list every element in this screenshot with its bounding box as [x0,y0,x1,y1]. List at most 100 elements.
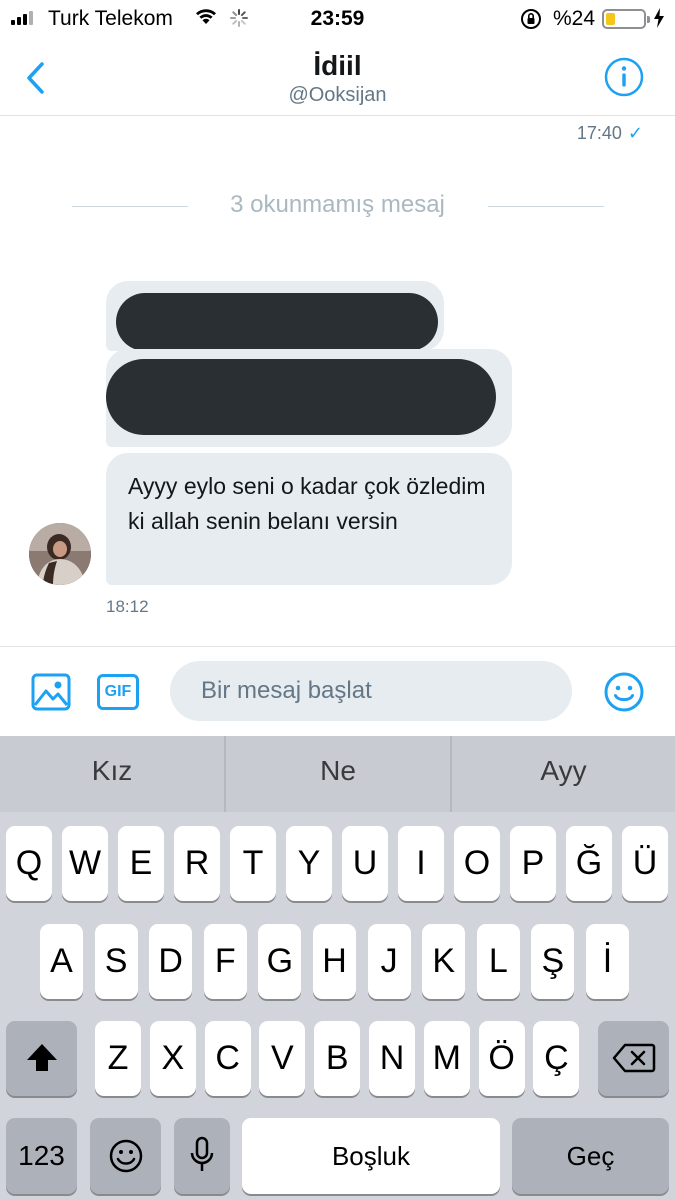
numbers-key[interactable]: 123 [6,1118,77,1194]
unread-divider-label: 3 okunmamış mesaj [230,191,445,218]
key-d[interactable]: D [149,924,193,999]
redacted-message-bubble[interactable] [106,349,512,447]
key-ö[interactable]: Ö [478,1021,525,1096]
key-label: M [432,1039,461,1077]
key-p[interactable]: P [510,826,556,901]
return-key-label: Geç [566,1141,615,1171]
key-v[interactable]: V [259,1021,306,1096]
key-label: Ğ [575,844,603,882]
key-c[interactable]: C [204,1021,251,1096]
key-label: I [416,844,426,882]
battery-level [606,13,615,25]
key-q[interactable]: Q [6,826,52,901]
contact-handle[interactable]: @Ooksijan [0,84,675,107]
battery-percentage: %24 [553,7,596,30]
avatar[interactable] [29,523,91,585]
key-ğ[interactable]: Ğ [566,826,612,901]
space-key[interactable]: Boşluk [242,1118,500,1194]
keyboard: Kız Ne Ayy QWERTYUIOPĞÜASDFGHJKLŞİZXCVBN… [0,736,675,1200]
key-w[interactable]: W [62,826,108,901]
shift-icon [26,1044,57,1071]
key-f[interactable]: F [203,924,247,999]
key-b[interactable]: B [314,1021,361,1096]
suggestion-bar: Kız Ne Ayy [0,736,675,812]
key-label: N [379,1039,405,1077]
microphone-key[interactable] [174,1118,230,1194]
key-label: R [184,844,210,882]
emoji-keyboard-key[interactable] [90,1118,161,1194]
key-n[interactable]: N [369,1021,415,1096]
redacted-message-bubble[interactable] [106,281,444,351]
key-label: Ş [541,942,565,980]
key-label: İ [602,942,613,980]
microphone-icon [190,1136,214,1171]
key-m[interactable]: M [423,1021,470,1096]
key-label: L [488,942,508,980]
key-label: Q [15,844,43,882]
key-label: T [242,844,264,882]
battery-icon [602,9,650,29]
key-label: G [266,942,294,980]
key-label: E [129,844,153,882]
backspace-icon [612,1043,655,1073]
key-o[interactable]: O [454,826,500,901]
key-label: X [161,1039,185,1077]
message-input[interactable] [170,661,572,721]
key-label: B [325,1039,349,1077]
key-g[interactable]: G [258,924,302,999]
key-label: O [463,844,491,882]
key-l[interactable]: L [476,924,520,999]
key-label: Ç [544,1039,569,1077]
key-label: C [215,1039,240,1077]
key-label: A [50,942,73,980]
key-x[interactable]: X [149,1021,196,1096]
key-label: H [322,942,347,980]
key-label: V [271,1039,294,1077]
received-message-bubble[interactable]: Ayyy eylo seni o kadar çok özledim ki al… [106,453,512,585]
unread-divider: 3 okunmamış mesaj [0,191,675,221]
key-z[interactable]: Z [95,1021,141,1096]
key-t[interactable]: T [230,826,276,901]
key-y[interactable]: Y [286,826,332,901]
key-j[interactable]: J [367,924,411,999]
key-ş[interactable]: Ş [531,924,575,999]
redaction-mark [116,293,438,351]
key-label: J [380,942,398,980]
sent-message-meta: 17:40 ✓ [577,123,643,144]
key-label: S [104,942,128,980]
image-icon[interactable] [31,672,71,712]
suggestion-item[interactable]: Ne [226,736,450,812]
key-label: Ö [488,1039,515,1077]
message-composer: GIF [0,646,675,736]
key-i̇[interactable]: İ [586,924,629,999]
key-e[interactable]: E [118,826,164,901]
suggestion-item[interactable]: Ayy [452,736,675,812]
key-h[interactable]: H [313,924,356,999]
checkmark-icon: ✓ [627,123,643,143]
key-label: Z [107,1039,129,1077]
received-time: 18:12 [106,597,149,616]
emoji-icon[interactable] [603,671,645,713]
info-icon[interactable] [602,55,646,99]
key-label: D [158,942,183,980]
key-i[interactable]: I [398,826,444,901]
key-u[interactable]: U [342,826,388,901]
key-a[interactable]: A [40,924,83,999]
key-label: F [214,942,236,980]
key-ç[interactable]: Ç [533,1021,580,1096]
suggestion-item[interactable]: Kız [0,736,224,812]
key-label: Ü [632,844,658,882]
key-s[interactable]: S [94,924,138,999]
key-k[interactable]: K [422,924,466,999]
key-label: P [521,844,545,882]
redaction-mark [106,359,496,435]
contact-name[interactable]: İdiil [0,50,675,82]
return-key[interactable]: Geç [512,1118,669,1194]
shift-key[interactable] [6,1021,77,1096]
backspace-key[interactable] [598,1021,669,1096]
key-ü[interactable]: Ü [622,826,668,901]
gif-icon[interactable]: GIF [97,674,139,710]
status-bar: Turk Telekom 23:59 %24 [0,0,675,40]
key-r[interactable]: R [174,826,220,901]
key-label: W [68,844,102,882]
